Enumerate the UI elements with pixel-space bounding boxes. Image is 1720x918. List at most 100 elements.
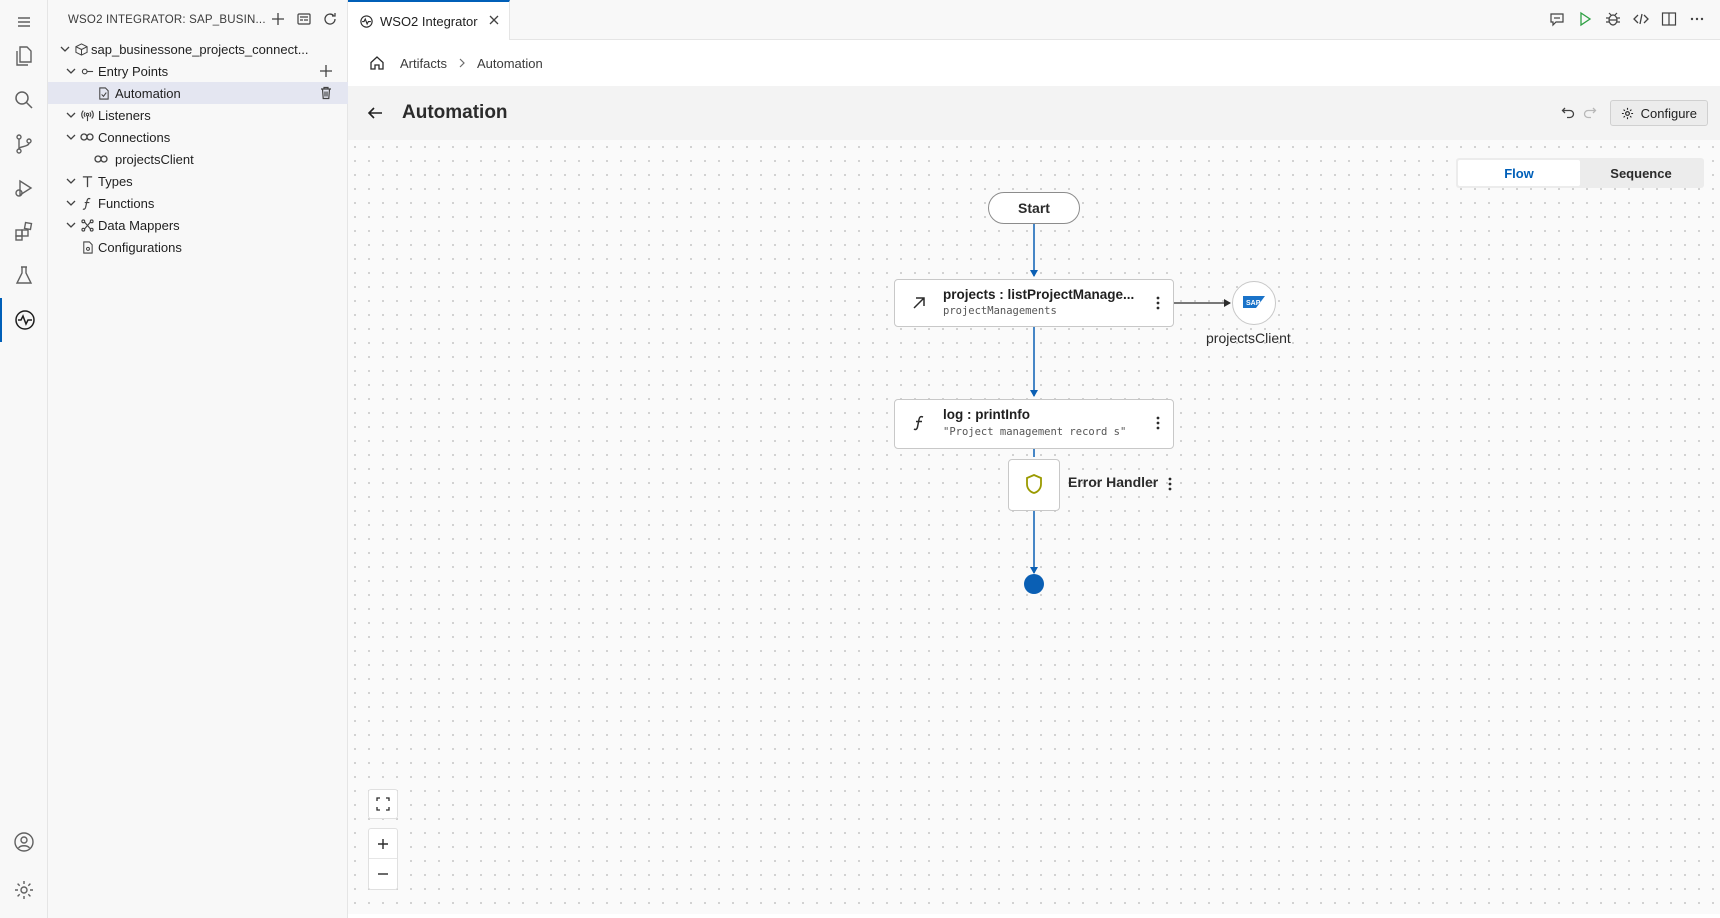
back-arrow-icon[interactable] — [364, 102, 386, 124]
link-icon — [80, 130, 94, 144]
code-icon[interactable] — [1632, 10, 1650, 28]
configure-button[interactable]: Configure — [1609, 100, 1708, 126]
chevron-down-icon — [64, 108, 78, 122]
close-icon[interactable] — [487, 13, 501, 27]
start-node[interactable]: Start — [988, 192, 1080, 224]
overview-icon[interactable] — [295, 10, 313, 28]
tree-entry-points[interactable]: Entry Points — [48, 60, 348, 82]
testing-icon[interactable] — [0, 254, 48, 298]
error-handler-label: Error Handler — [1068, 474, 1159, 490]
flow-connectors — [1030, 224, 1231, 574]
tree-label: Functions — [98, 195, 155, 211]
sidebar: WSO2 INTEGRATOR: SAP_BUSIN... sap_busine… — [48, 0, 348, 918]
breadcrumb-current: Automation — [476, 55, 543, 71]
more-actions-icon[interactable] — [1688, 10, 1706, 28]
end-node — [1024, 574, 1044, 594]
page-title: Automation — [402, 102, 508, 123]
tree-data-mappers[interactable]: Data Mappers — [48, 214, 348, 236]
search-icon[interactable] — [0, 78, 48, 122]
tree-label: Types — [98, 173, 133, 189]
kebab-menu-icon[interactable] — [1163, 474, 1177, 494]
undo-icon[interactable] — [1560, 104, 1576, 120]
tree-functions[interactable]: Functions — [48, 192, 348, 214]
breadcrumb-artifacts[interactable]: Artifacts — [400, 56, 447, 71]
tree-configurations[interactable]: Configurations — [48, 236, 348, 258]
chevron-down-icon — [64, 218, 78, 232]
wso2-integrator-icon[interactable] — [0, 298, 48, 342]
chevron-down-icon — [64, 64, 78, 78]
type-icon — [80, 174, 94, 188]
run-icon[interactable] — [1576, 10, 1594, 28]
listener-icon — [80, 108, 94, 122]
gear-icon — [1621, 106, 1635, 120]
account-icon[interactable] — [0, 820, 48, 864]
zoom-in-icon[interactable] — [369, 829, 397, 860]
arrow-up-right-icon — [909, 293, 929, 313]
chevron-down-icon — [64, 174, 78, 188]
tab-label: WSO2 Integrator — [380, 13, 478, 29]
tab-sequence[interactable]: Sequence — [1580, 160, 1702, 186]
run-debug-icon[interactable] — [0, 166, 48, 210]
tab-flow[interactable]: Flow — [1458, 160, 1580, 186]
tree-projects-client[interactable]: projectsClient — [48, 148, 348, 170]
svg-text:SAP: SAP — [1246, 300, 1261, 307]
extensions-icon[interactable] — [0, 210, 48, 254]
chevron-down-icon — [64, 196, 78, 210]
tree-project[interactable]: sap_businessone_projects_connect... — [48, 38, 348, 60]
chevron-right-icon — [457, 58, 467, 68]
home-icon[interactable] — [368, 54, 386, 72]
tree-types[interactable]: Types — [48, 170, 348, 192]
add-entry-point-icon[interactable] — [318, 63, 334, 79]
configure-label: Configure — [1640, 105, 1697, 121]
node-title: projects : listProjectManage... — [943, 287, 1135, 302]
remote-call-node[interactable]: projects : listProjectManage... projectM… — [894, 279, 1174, 327]
chevron-down-icon — [58, 42, 72, 56]
view-toggle: Flow Sequence — [1456, 158, 1704, 188]
tree-label: Connections — [98, 129, 171, 145]
connection-label: projectsClient — [1206, 330, 1291, 346]
page-header: Automation Configure — [348, 86, 1720, 140]
delete-icon[interactable] — [318, 85, 334, 101]
add-icon[interactable] — [269, 10, 287, 28]
kebab-menu-icon[interactable] — [1151, 293, 1165, 313]
package-icon — [74, 42, 88, 56]
project-name: sap_businessone_projects_connect... — [91, 41, 309, 57]
entry-point-icon — [80, 64, 94, 78]
start-label: Start — [1018, 200, 1050, 216]
tree-label: Configurations — [98, 239, 182, 255]
tab-wso2-integrator[interactable]: WSO2 Integrator — [348, 0, 510, 40]
wso2-integrator-icon — [358, 13, 374, 29]
kebab-menu-icon[interactable] — [1151, 413, 1165, 433]
chevron-down-icon — [64, 130, 78, 144]
breadcrumb: Artifacts Automation — [348, 40, 1720, 86]
log-node[interactable]: log : printInfo "Project management reco… — [894, 399, 1174, 449]
shield-icon — [1024, 473, 1044, 498]
function-icon — [909, 413, 929, 433]
source-control-icon[interactable] — [0, 122, 48, 166]
zoom-out-icon[interactable] — [369, 859, 397, 889]
chat-icon[interactable] — [1548, 10, 1566, 28]
redo-icon[interactable] — [1582, 104, 1598, 120]
connection-node[interactable]: SAP — [1232, 281, 1276, 325]
error-handler-node[interactable] — [1008, 459, 1060, 511]
link-icon — [94, 152, 108, 166]
split-editor-icon[interactable] — [1660, 10, 1678, 28]
function-icon — [80, 196, 94, 210]
flow-canvas[interactable]: Flow Sequence Start projects : listProje… — [348, 140, 1720, 914]
activity-bar — [0, 0, 48, 918]
tree-connections[interactable]: Connections — [48, 126, 348, 148]
node-title: log : printInfo — [943, 407, 1030, 422]
fit-icon[interactable] — [368, 789, 398, 819]
settings-gear-icon[interactable] — [0, 868, 48, 912]
sidebar-header: WSO2 INTEGRATOR: SAP_BUSIN... — [48, 0, 347, 40]
config-file-icon — [80, 240, 94, 254]
data-mapper-icon — [80, 218, 94, 232]
editor-tab-bar: WSO2 Integrator — [348, 0, 1720, 40]
node-subtitle: "Project management record s" — [943, 426, 1127, 438]
tree-listeners[interactable]: Listeners — [48, 104, 348, 126]
tree-label: Automation — [115, 85, 181, 101]
refresh-icon[interactable] — [321, 10, 339, 28]
debug-icon[interactable] — [1604, 10, 1622, 28]
tree-automation[interactable]: Automation — [48, 82, 348, 104]
explorer-icon[interactable] — [0, 34, 48, 78]
